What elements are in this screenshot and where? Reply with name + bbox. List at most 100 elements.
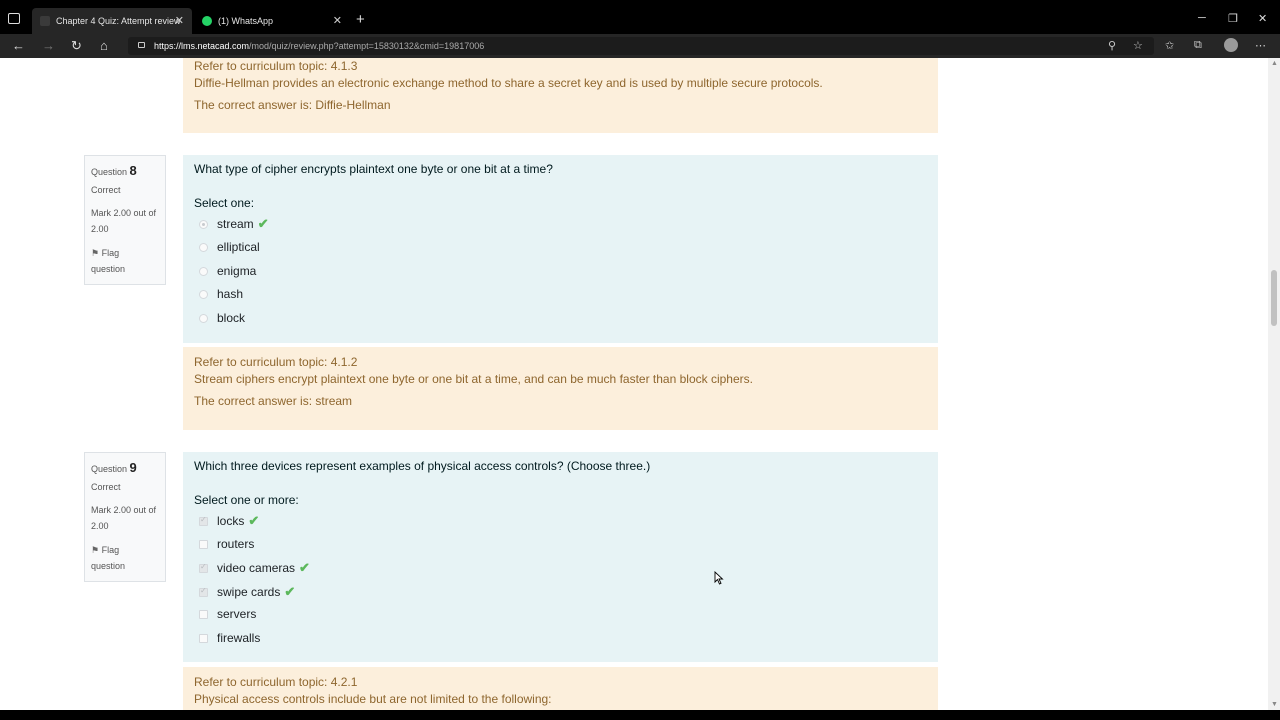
question-7-feedback: Refer to curriculum topic: 4.1.3 Diffie-…: [183, 58, 938, 133]
radio-button[interactable]: [199, 242, 208, 252]
question-9-formulation: Which three devices represent examples o…: [183, 452, 938, 662]
close-tab-icon[interactable]: ✕: [333, 14, 342, 27]
option-label: hash: [217, 287, 244, 301]
question-8-formulation: What type of cipher encrypts plaintext o…: [183, 155, 938, 343]
correct-check-icon: ✔: [248, 513, 260, 528]
option-label: swipe cards: [217, 585, 281, 599]
question-state: Correct: [91, 482, 121, 492]
url-host: https://lms.netacad.com: [154, 41, 250, 51]
answer-option-routers[interactable]: routers: [199, 537, 254, 551]
select-prompt: Select one:: [194, 196, 255, 210]
checkbox[interactable]: [199, 515, 208, 526]
answer-option-locks[interactable]: locks✔: [199, 513, 259, 529]
question-label: Question 9: [91, 460, 137, 475]
feedback-explanation: Diffie-Hellman provides an electronic ex…: [194, 76, 823, 90]
collections-icon[interactable]: ⧉: [1194, 39, 1202, 52]
flag-question-link[interactable]: ⚑ Flag: [91, 545, 119, 556]
answer-option-elliptical[interactable]: elliptical: [199, 240, 260, 254]
flag-label-line2[interactable]: question: [91, 561, 125, 571]
tab-title: Chapter 4 Quiz: Attempt review: [56, 16, 181, 26]
back-icon[interactable]: ←: [12, 38, 25, 53]
question-number: 8: [129, 163, 137, 178]
browser-tab-bar: Chapter 4 Quiz: Attempt review ✕ (1) Wha…: [0, 0, 1280, 34]
close-tab-icon[interactable]: ✕: [175, 14, 184, 27]
checkbox[interactable]: [199, 586, 208, 597]
checkbox[interactable]: [199, 562, 208, 573]
window-bottom-edge: [0, 710, 1280, 720]
option-label: video cameras: [217, 561, 296, 575]
new-tab-icon[interactable]: +: [356, 12, 365, 27]
minimize-icon[interactable]: ─: [1198, 12, 1206, 24]
favorites-icon[interactable]: ✩: [1165, 39, 1174, 52]
correct-check-icon: ✔: [284, 584, 296, 599]
zoom-icon[interactable]: ⚲: [1108, 39, 1116, 52]
option-label: routers: [217, 537, 255, 551]
answer-option-swipe-cards[interactable]: swipe cards✔: [199, 584, 295, 600]
flag-label: Flag: [101, 545, 120, 555]
question-8-feedback: Refer to curriculum topic: 4.1.2 Stream …: [183, 347, 938, 430]
tab-title: (1) WhatsApp: [218, 16, 274, 26]
url-path: /mod/quiz/review.php?attempt=15830132&cm…: [249, 41, 485, 51]
question-9-feedback: Refer to curriculum topic: 4.2.1 Physica…: [183, 667, 938, 710]
correct-check-icon: ✔: [257, 216, 269, 231]
flag-label-line2[interactable]: question: [91, 264, 125, 274]
option-label: block: [217, 311, 246, 325]
answer-option-servers[interactable]: servers: [199, 607, 256, 621]
checkbox[interactable]: [199, 633, 208, 643]
question-label-text: Question: [91, 167, 128, 177]
answer-option-stream[interactable]: stream ✔: [199, 216, 269, 232]
answer-option-block[interactable]: block: [199, 311, 245, 325]
whatsapp-icon: [202, 16, 212, 26]
question-mark-line2: 2.00: [91, 224, 109, 234]
radio-button[interactable]: [199, 219, 208, 229]
checkbox[interactable]: [199, 609, 208, 619]
checkbox[interactable]: [199, 539, 208, 549]
tab-quiz-review[interactable]: Chapter 4 Quiz: Attempt review ✕: [32, 8, 192, 34]
question-text: Which three devices represent examples o…: [194, 459, 651, 473]
question-label: Question 8: [91, 163, 137, 178]
question-9-info: Question 9 Correct Mark 2.00 out of 2.00…: [84, 452, 166, 582]
answer-option-firewalls[interactable]: firewalls: [199, 631, 260, 645]
mouse-cursor-icon: [714, 571, 724, 585]
feedback-correct-answer: The correct answer is: Diffie-Hellman: [194, 98, 391, 112]
radio-button[interactable]: [199, 289, 208, 299]
feedback-topic: Refer to curriculum topic: 4.1.3: [194, 59, 358, 73]
question-mark-line1: Mark 2.00 out of: [91, 208, 157, 218]
scroll-down-icon[interactable]: ▼: [1271, 701, 1278, 708]
answer-option-video-cameras[interactable]: video cameras✔: [199, 560, 310, 576]
radio-button[interactable]: [199, 266, 208, 276]
page-scrollbar[interactable]: ▲ ▼: [1268, 58, 1280, 710]
question-text: What type of cipher encrypts plaintext o…: [194, 162, 553, 176]
option-label: elliptical: [217, 240, 260, 254]
more-menu-icon[interactable]: ⋯: [1255, 39, 1266, 52]
feedback-correct-answer: The correct answer is: stream: [194, 394, 353, 408]
radio-button[interactable]: [199, 313, 208, 323]
profile-avatar[interactable]: [1224, 38, 1238, 52]
answer-option-hash[interactable]: hash: [199, 287, 243, 301]
correct-check-icon: ✔: [299, 560, 310, 575]
lock-icon: [138, 42, 145, 48]
home-icon[interactable]: ⌂: [100, 38, 108, 53]
question-mark-line1: Mark 2.00 out of: [91, 505, 157, 515]
question-label-text: Question: [91, 464, 128, 474]
option-label: firewalls: [217, 631, 261, 645]
refresh-icon[interactable]: ↻: [71, 38, 82, 54]
forward-icon[interactable]: →: [42, 38, 55, 53]
page-favicon-icon: [40, 16, 50, 26]
flag-icon: ⚑: [91, 248, 100, 258]
add-favorite-icon[interactable]: ☆: [1133, 39, 1143, 52]
flag-label: Flag: [101, 248, 120, 258]
tab-actions-icon[interactable]: [8, 13, 20, 24]
option-label: servers: [217, 607, 257, 621]
restore-icon[interactable]: ❐: [1228, 12, 1238, 25]
tab-whatsapp[interactable]: (1) WhatsApp ✕: [194, 8, 350, 34]
scroll-up-icon[interactable]: ▲: [1271, 60, 1278, 67]
answer-option-enigma[interactable]: enigma: [199, 264, 256, 278]
url-field[interactable]: https://lms.netacad.com/mod/quiz/review.…: [128, 37, 1154, 55]
close-window-icon[interactable]: ✕: [1258, 12, 1267, 25]
flag-question-link[interactable]: ⚑ Flag: [91, 248, 119, 259]
feedback-topic: Refer to curriculum topic: 4.2.1: [194, 675, 358, 689]
scrollbar-thumb[interactable]: [1271, 270, 1277, 326]
address-bar-row: ← → ↻ ⌂ https://lms.netacad.com/mod/quiz…: [0, 34, 1280, 58]
question-8-info: Question 8 Correct Mark 2.00 out of 2.00…: [84, 155, 166, 285]
